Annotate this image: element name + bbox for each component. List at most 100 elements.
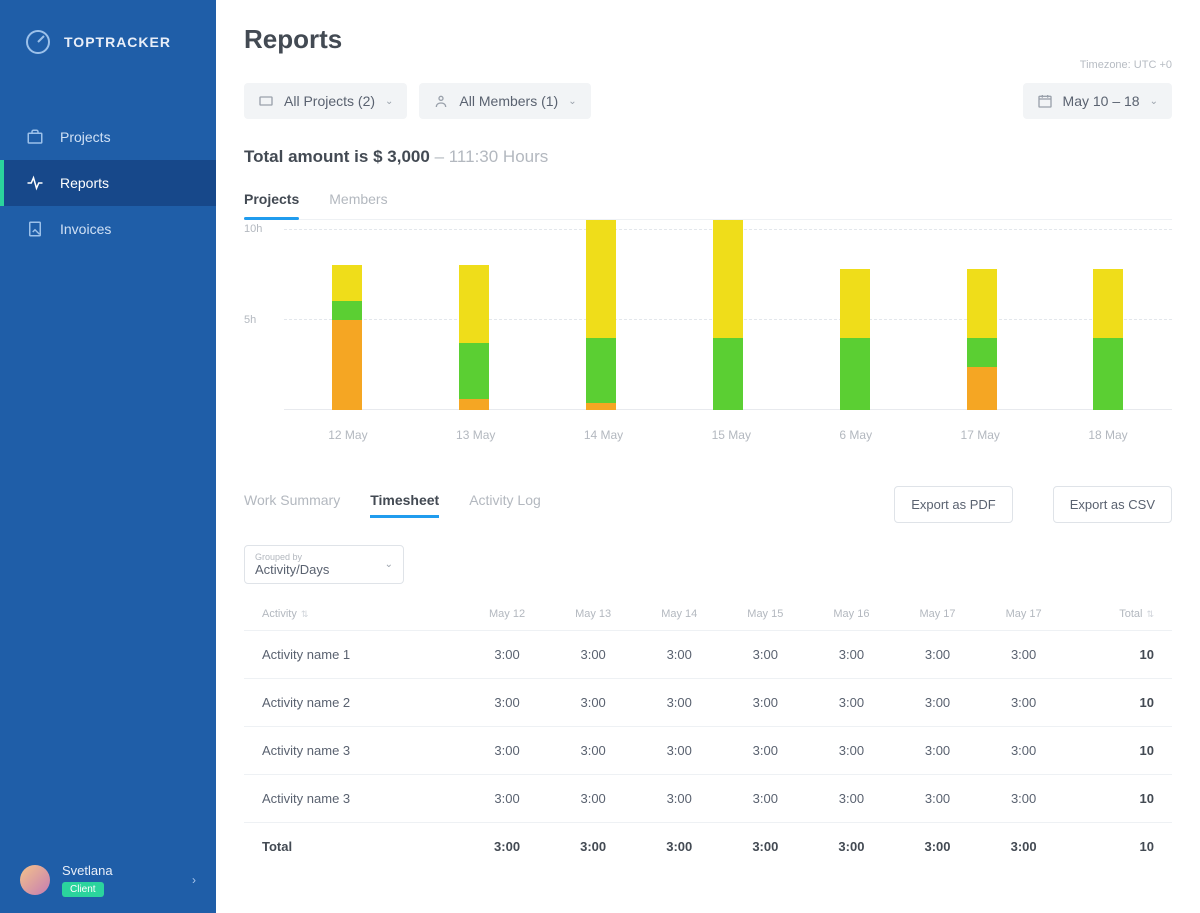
time-cell: 3:00: [894, 631, 980, 679]
filter-daterange[interactable]: May 10 – 18 ⌄: [1023, 83, 1172, 119]
totals-prefix: Total amount is: [244, 147, 368, 166]
totals-hours: – 111:30 Hours: [435, 147, 549, 166]
chart-y-tick: 5h: [244, 314, 256, 326]
table-header[interactable]: May 15: [722, 598, 808, 631]
time-cell: 3:00: [550, 775, 636, 823]
chart-bar-segment: [840, 269, 870, 338]
sidebar-user[interactable]: Svetlana Client ›: [0, 847, 216, 913]
chart-x-tick: 18 May: [1088, 428, 1127, 442]
chevron-down-icon: ⌄: [385, 559, 393, 570]
total-cell: 3:00: [894, 823, 980, 871]
chart-bar-segment: [840, 338, 870, 410]
time-cell: 3:00: [636, 727, 722, 775]
filter-projects-label: All Projects (2): [284, 93, 375, 109]
table-header[interactable]: May 17: [894, 598, 980, 631]
chart-bar-segment: [713, 220, 743, 338]
chart-y-tick: 10h: [244, 223, 262, 235]
table-header[interactable]: May 16: [808, 598, 894, 631]
filter-members[interactable]: All Members (1) ⌄: [419, 83, 590, 119]
chart-bar-segment: [1093, 338, 1123, 410]
table-total-row: Total3:003:003:003:003:003:003:0010: [244, 823, 1172, 871]
time-cell: 3:00: [550, 727, 636, 775]
chart-bar-segment: [586, 403, 616, 410]
chevron-down-icon: ⌄: [385, 96, 393, 107]
row-total: 10: [1067, 727, 1172, 775]
time-cell: 3:00: [981, 679, 1067, 727]
time-cell: 3:00: [722, 631, 808, 679]
export-pdf-button[interactable]: Export as PDF: [894, 486, 1013, 523]
group-by-select[interactable]: Grouped by Activity/Days ⌄: [244, 545, 404, 584]
table-header[interactable]: May 14: [636, 598, 722, 631]
table-header[interactable]: May 13: [550, 598, 636, 631]
chart-bar[interactable]: [459, 265, 489, 410]
table-header[interactable]: Activity⇅: [244, 598, 464, 631]
total-cell: 3:00: [981, 823, 1067, 871]
chart-bar[interactable]: [332, 265, 362, 410]
sidebar: TOPTRACKER Projects Reports Invoices Sve…: [0, 0, 216, 913]
chart-bar[interactable]: [967, 269, 997, 410]
tab-members[interactable]: Members: [329, 191, 387, 219]
chart-bar-segment: [332, 265, 362, 301]
chart-bar-segment: [459, 399, 489, 410]
subtab-row: Work Summary Timesheet Activity Log Expo…: [244, 486, 1172, 523]
chart-x-axis: 12 May13 May14 May15 May6 May17 May18 Ma…: [284, 420, 1172, 450]
chart-bar[interactable]: [586, 220, 616, 410]
table-header[interactable]: May 17: [981, 598, 1067, 631]
time-cell: 3:00: [894, 775, 980, 823]
invoice-icon: [26, 220, 44, 238]
sidebar-item-projects[interactable]: Projects: [0, 114, 216, 160]
brand: TOPTRACKER: [0, 0, 216, 84]
nav: Projects Reports Invoices: [0, 114, 216, 252]
time-cell: 3:00: [550, 631, 636, 679]
group-by-value: Activity/Days: [255, 562, 329, 577]
totals-amount: $ 3,000: [373, 147, 430, 166]
time-cell: 3:00: [636, 679, 722, 727]
row-total: 10: [1067, 679, 1172, 727]
chart-bar-segment: [713, 338, 743, 410]
tab-projects[interactable]: Projects: [244, 191, 299, 219]
time-cell: 3:00: [808, 727, 894, 775]
table-row[interactable]: Activity name 13:003:003:003:003:003:003…: [244, 631, 1172, 679]
table-row[interactable]: Activity name 23:003:003:003:003:003:003…: [244, 679, 1172, 727]
subtab-work-summary[interactable]: Work Summary: [244, 492, 340, 518]
user-meta: Svetlana Client: [62, 863, 113, 897]
chart-bar[interactable]: [713, 220, 743, 410]
chart-bar[interactable]: [840, 269, 870, 410]
activity-cell: Activity name 2: [244, 679, 464, 727]
calendar-icon: [1037, 93, 1053, 109]
grand-total: 10: [1067, 823, 1172, 871]
main: Reports Timezone: UTC +0 All Projects (2…: [216, 0, 1200, 913]
total-cell: 3:00: [550, 823, 636, 871]
subtab-timesheet[interactable]: Timesheet: [370, 492, 439, 518]
chart-x-tick: 17 May: [961, 428, 1000, 442]
time-cell: 3:00: [636, 631, 722, 679]
table-header[interactable]: May 12: [464, 598, 550, 631]
export-csv-button[interactable]: Export as CSV: [1053, 486, 1172, 523]
time-cell: 3:00: [808, 631, 894, 679]
chart-bar[interactable]: [1093, 269, 1123, 410]
sidebar-item-label: Reports: [60, 175, 109, 191]
folder-icon: [258, 93, 274, 109]
table-row[interactable]: Activity name 33:003:003:003:003:003:003…: [244, 775, 1172, 823]
sidebar-item-reports[interactable]: Reports: [0, 160, 216, 206]
time-cell: 3:00: [981, 631, 1067, 679]
chart-bar-segment: [459, 265, 489, 343]
time-cell: 3:00: [550, 679, 636, 727]
total-label: Total: [244, 823, 464, 871]
sidebar-item-label: Projects: [60, 129, 111, 145]
sidebar-item-invoices[interactable]: Invoices: [0, 206, 216, 252]
group-by-label: Grouped by: [255, 552, 329, 562]
time-cell: 3:00: [808, 775, 894, 823]
chart-bar-segment: [459, 343, 489, 399]
time-cell: 3:00: [722, 679, 808, 727]
table-row[interactable]: Activity name 33:003:003:003:003:003:003…: [244, 727, 1172, 775]
subtab-activity-log[interactable]: Activity Log: [469, 492, 541, 518]
time-cell: 3:00: [722, 775, 808, 823]
chart-bar-segment: [967, 367, 997, 410]
table-header[interactable]: Total⇅: [1067, 598, 1172, 631]
chart-x-tick: 12 May: [328, 428, 367, 442]
filter-projects[interactable]: All Projects (2) ⌄: [244, 83, 407, 119]
briefcase-icon: [26, 128, 44, 146]
total-cell: 3:00: [722, 823, 808, 871]
chart-x-tick: 15 May: [712, 428, 751, 442]
